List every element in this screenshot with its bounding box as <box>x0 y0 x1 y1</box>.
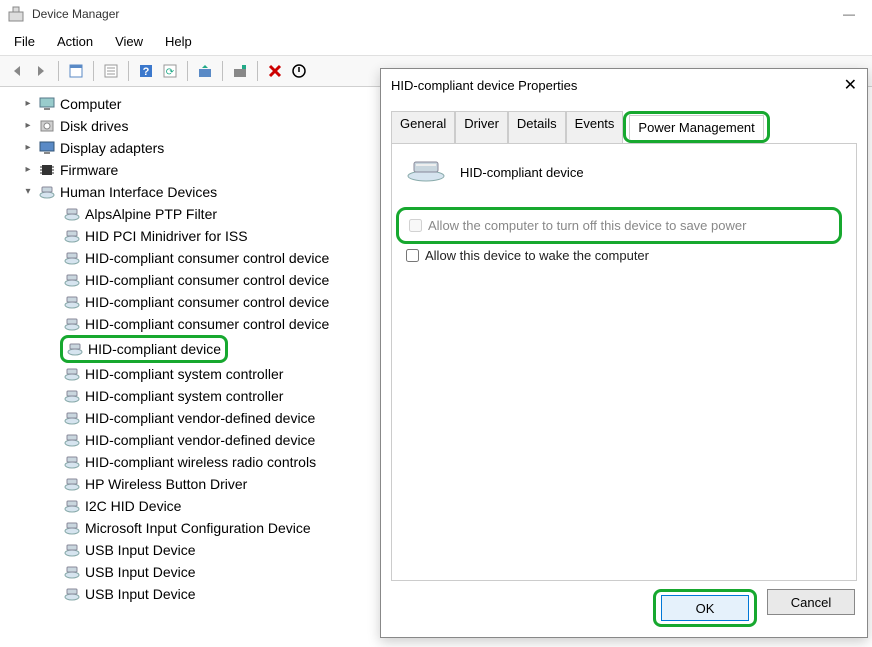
device-label: HID-compliant system controller <box>85 363 283 385</box>
device-label: HID-compliant consumer control device <box>85 313 329 335</box>
tab-panel-power: HID-compliant device Allow the computer … <box>391 143 857 581</box>
app-icon <box>8 6 24 22</box>
menu-help[interactable]: Help <box>159 32 198 51</box>
chevron-down-icon[interactable]: ▾ <box>22 186 34 198</box>
device-label: USB Input Device <box>85 539 196 561</box>
device-label: USB Input Device <box>85 561 196 583</box>
category-icon <box>39 140 55 156</box>
menu-file[interactable]: File <box>8 32 41 51</box>
category-label: Computer <box>60 93 121 115</box>
minimize-button[interactable]: — <box>834 7 864 21</box>
scan-hardware-icon[interactable] <box>229 60 251 82</box>
checkbox-allow-wake[interactable]: Allow this device to wake the computer <box>406 248 842 263</box>
checkbox-allow-wake-label: Allow this device to wake the computer <box>425 248 649 263</box>
back-icon[interactable] <box>6 60 28 82</box>
window-title: Device Manager <box>32 7 119 21</box>
chevron-right-icon[interactable]: ▸ <box>22 164 34 176</box>
category-icon <box>39 118 55 134</box>
checkbox-allow-turnoff-label: Allow the computer to turn off this devi… <box>428 218 746 233</box>
menu-action[interactable]: Action <box>51 32 99 51</box>
svg-text:⟳: ⟳ <box>166 67 175 78</box>
device-label: HID-compliant consumer control device <box>85 269 329 291</box>
device-icon <box>64 228 80 244</box>
device-icon <box>64 366 80 382</box>
chevron-right-icon[interactable]: ▸ <box>22 142 34 154</box>
tab-driver[interactable]: Driver <box>455 111 508 143</box>
highlight-checkbox-1: Allow the computer to turn off this devi… <box>396 207 842 244</box>
highlight-ok-button: OK <box>653 589 757 627</box>
category-label: Firmware <box>60 159 118 181</box>
device-icon <box>64 586 80 602</box>
checkbox-allow-turnoff-input[interactable] <box>409 219 422 232</box>
tab-general[interactable]: General <box>391 111 455 143</box>
device-label: HP Wireless Button Driver <box>85 473 247 495</box>
tab-strip: General Driver Details Events Power Mana… <box>381 101 867 143</box>
device-icon <box>64 410 80 426</box>
device-header: HID-compliant device <box>406 158 842 187</box>
dialog-buttons: OK Cancel <box>653 589 855 627</box>
highlight-power-tab: Power Management <box>623 111 769 143</box>
category-icon <box>39 184 55 200</box>
category-icon <box>39 96 55 112</box>
device-label: USB Input Device <box>85 583 196 605</box>
device-label: HID-compliant consumer control device <box>85 247 329 269</box>
help-icon[interactable]: ? <box>135 60 157 82</box>
close-icon[interactable]: ✕ <box>844 75 857 95</box>
menu-view[interactable]: View <box>109 32 149 51</box>
device-icon <box>67 341 83 357</box>
show-hide-icon[interactable] <box>65 60 87 82</box>
svg-text:?: ? <box>143 66 150 78</box>
device-icon <box>64 272 80 288</box>
window-titlebar: Device Manager — <box>0 0 872 28</box>
device-icon <box>64 432 80 448</box>
device-label: HID-compliant vendor-defined device <box>85 407 315 429</box>
chevron-right-icon[interactable]: ▸ <box>22 120 34 132</box>
device-label: HID-compliant wireless radio controls <box>85 451 316 473</box>
disable-icon[interactable] <box>288 60 310 82</box>
refresh-icon[interactable]: ⟳ <box>159 60 181 82</box>
properties-icon[interactable] <box>100 60 122 82</box>
device-icon <box>64 564 80 580</box>
device-label: HID-compliant system controller <box>85 385 283 407</box>
device-label: HID-compliant device <box>88 338 221 360</box>
dialog-titlebar: HID-compliant device Properties ✕ <box>381 69 867 101</box>
category-label: Display adapters <box>60 137 164 159</box>
device-label: HID PCI Minidriver for ISS <box>85 225 248 247</box>
category-label: Human Interface Devices <box>60 181 217 203</box>
device-icon <box>64 542 80 558</box>
dialog-title: HID-compliant device Properties <box>391 78 577 93</box>
device-icon <box>64 520 80 536</box>
cancel-button[interactable]: Cancel <box>767 589 855 615</box>
device-label: AlpsAlpine PTP Filter <box>85 203 217 225</box>
device-icon <box>64 454 80 470</box>
uninstall-icon[interactable] <box>264 60 286 82</box>
category-icon <box>39 162 55 178</box>
device-icon <box>64 388 80 404</box>
device-label: I2C HID Device <box>85 495 181 517</box>
device-icon <box>406 158 446 187</box>
tab-details[interactable]: Details <box>508 111 566 143</box>
device-label: Microsoft Input Configuration Device <box>85 517 311 539</box>
device-icon <box>64 498 80 514</box>
menu-bar: File Action View Help <box>0 28 872 56</box>
device-icon <box>64 294 80 310</box>
highlight-selected-device: HID-compliant device <box>60 335 228 363</box>
tab-events[interactable]: Events <box>566 111 624 143</box>
checkbox-allow-turnoff[interactable]: Allow the computer to turn off this devi… <box>409 218 829 233</box>
properties-dialog: HID-compliant device Properties ✕ Genera… <box>380 68 868 638</box>
device-name: HID-compliant device <box>460 165 584 180</box>
device-icon <box>64 206 80 222</box>
forward-icon[interactable] <box>30 60 52 82</box>
device-label: HID-compliant vendor-defined device <box>85 429 315 451</box>
device-label: HID-compliant consumer control device <box>85 291 329 313</box>
chevron-right-icon[interactable]: ▸ <box>22 98 34 110</box>
device-icon <box>64 476 80 492</box>
tab-power-management[interactable]: Power Management <box>629 115 763 139</box>
device-icon <box>64 250 80 266</box>
update-driver-icon[interactable] <box>194 60 216 82</box>
category-label: Disk drives <box>60 115 128 137</box>
ok-button[interactable]: OK <box>661 595 749 621</box>
checkbox-allow-wake-input[interactable] <box>406 249 419 262</box>
device-icon <box>64 316 80 332</box>
